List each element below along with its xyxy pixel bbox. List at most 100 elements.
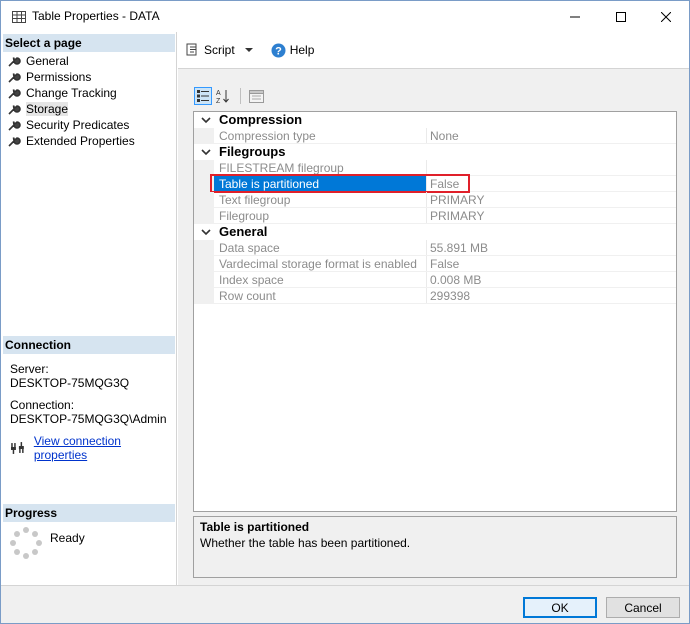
category-filegroups[interactable]: Filegroups <box>194 144 676 160</box>
property-row[interactable]: Row count 299398 <box>194 288 676 304</box>
property-value: 0.008 MB <box>430 273 482 287</box>
close-icon <box>661 11 671 22</box>
property-name: Compression type <box>219 129 316 143</box>
right-panel: Script ? Help A Z Compression Compressio… <box>178 32 689 585</box>
connection-plug-icon <box>10 442 24 454</box>
script-button[interactable]: Script <box>186 43 261 57</box>
property-value: False <box>430 257 460 271</box>
property-row[interactable]: Filegroup PRIMARY <box>194 208 676 224</box>
progress-block: Ready <box>10 527 85 559</box>
property-value: 55.891 MB <box>430 241 489 255</box>
property-value: PRIMARY <box>430 209 485 223</box>
svg-text:?: ? <box>275 45 282 57</box>
connection-value: DESKTOP-75MQG3Q\Admin <box>10 412 167 426</box>
property-row[interactable]: FILESTREAM filegroup <box>194 160 676 176</box>
script-icon <box>186 43 197 56</box>
svg-text:A: A <box>216 90 221 97</box>
page-item-general[interactable]: General <box>7 53 135 69</box>
help-icon: ? <box>271 43 286 57</box>
property-value: None <box>430 129 459 143</box>
maximize-button[interactable] <box>598 1 644 32</box>
wrench-icon <box>8 105 21 115</box>
help-button[interactable]: ? Help <box>271 43 315 58</box>
chevron-down-icon[interactable] <box>200 114 212 126</box>
property-toolbar: A Z <box>194 87 267 105</box>
description-title: Table is partitioned <box>200 520 310 534</box>
page-item-extended-properties[interactable]: Extended Properties <box>7 133 135 149</box>
connection-header: Connection <box>3 336 175 354</box>
page-item-permissions[interactable]: Permissions <box>7 69 135 85</box>
wrench-icon <box>8 89 21 99</box>
category-compression[interactable]: Compression <box>194 112 676 128</box>
chevron-down-icon[interactable] <box>200 226 212 238</box>
property-pages-button[interactable] <box>247 87 265 105</box>
description-pane: Table is partitioned Whether the table h… <box>193 516 677 578</box>
page-item-label: Permissions <box>26 70 92 84</box>
property-value: 299398 <box>430 289 471 303</box>
view-connection-row: View connection properties <box>10 434 176 462</box>
property-name: Text filegroup <box>219 193 291 207</box>
view-connection-properties-link[interactable]: View connection properties <box>34 434 176 462</box>
table-icon <box>12 11 26 23</box>
property-pages-icon <box>248 89 264 103</box>
toolbar-separator <box>240 88 241 104</box>
select-page-header: Select a page <box>3 34 175 52</box>
progress-status: Ready <box>50 531 85 545</box>
property-name: FILESTREAM filegroup <box>219 161 344 175</box>
property-name: Filegroup <box>219 209 270 223</box>
page-item-label: General <box>26 54 69 68</box>
page-item-label: Storage <box>26 102 69 116</box>
left-panel: Select a page General Permissions Change… <box>1 32 177 585</box>
property-row[interactable]: Compression type None <box>194 128 676 144</box>
property-value: False <box>430 177 460 191</box>
wrench-icon <box>8 57 21 67</box>
property-row[interactable]: Index space 0.008 MB <box>194 272 676 288</box>
property-row[interactable]: Vardecimal storage format is enabled Fal… <box>194 256 676 272</box>
page-item-storage[interactable]: Storage <box>7 101 135 117</box>
property-name: Vardecimal storage format is enabled <box>219 257 417 271</box>
wrench-icon <box>8 73 21 83</box>
window-title: Table Properties - DATA <box>32 9 160 23</box>
page-item-label: Change Tracking <box>26 86 117 100</box>
progress-header: Progress <box>3 504 175 522</box>
server-label: Server: <box>10 362 49 376</box>
progress-spinner-icon <box>10 527 42 559</box>
property-name: Data space <box>219 241 280 255</box>
property-value: PRIMARY <box>430 193 485 207</box>
property-row-selected[interactable]: Table is partitioned False <box>194 174 676 193</box>
minimize-icon <box>570 16 580 17</box>
property-grid: Compression Compression type None Filegr… <box>193 111 677 512</box>
svg-text:Z: Z <box>216 98 221 104</box>
categorized-icon <box>197 90 209 102</box>
sort-az-icon: A Z <box>216 90 229 104</box>
dropdown-arrow-icon[interactable] <box>241 45 257 55</box>
script-label: Script <box>204 43 235 57</box>
property-name: Index space <box>219 273 284 287</box>
close-button[interactable] <box>643 1 689 32</box>
property-name: Row count <box>219 289 276 303</box>
chevron-down-icon[interactable] <box>200 146 212 158</box>
page-item-security-predicates[interactable]: Security Predicates <box>7 117 135 133</box>
page-item-change-tracking[interactable]: Change Tracking <box>7 85 135 101</box>
help-label: Help <box>289 43 315 57</box>
minimize-button[interactable] <box>552 1 598 32</box>
page-item-label: Extended Properties <box>26 134 135 148</box>
description-text: Whether the table has been partitioned. <box>200 536 411 550</box>
maximize-icon <box>616 11 626 22</box>
server-value: DESKTOP-75MQG3Q <box>10 376 130 390</box>
wrench-icon <box>8 137 21 147</box>
page-list: General Permissions Change Tracking Stor… <box>7 53 135 149</box>
categorized-button[interactable] <box>194 87 212 105</box>
property-row[interactable]: Text filegroup PRIMARY <box>194 192 676 208</box>
table-properties-window: Table Properties - DATA Select a page Ge… <box>0 0 690 624</box>
toolbar: Script ? Help <box>178 32 689 69</box>
alphabetical-button[interactable]: A Z <box>214 87 232 105</box>
property-row[interactable]: Data space 55.891 MB <box>194 240 676 256</box>
wrench-icon <box>8 121 21 131</box>
cancel-button[interactable]: Cancel <box>606 597 680 618</box>
property-name: Table is partitioned <box>219 177 320 191</box>
page-item-label: Security Predicates <box>26 118 130 132</box>
ok-button[interactable]: OK <box>523 597 597 618</box>
category-general[interactable]: General <box>194 224 676 240</box>
connection-label: Connection: <box>10 398 75 412</box>
